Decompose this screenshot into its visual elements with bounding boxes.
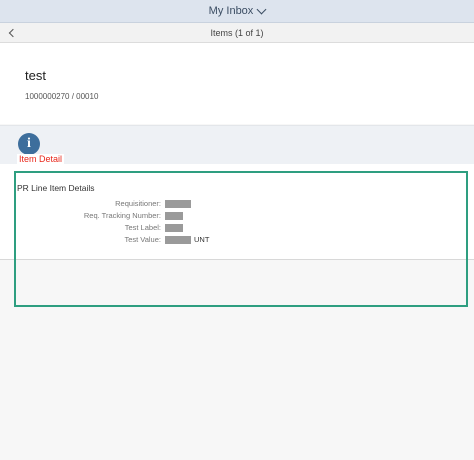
- object-header: test 1000000270 / 00010: [0, 43, 474, 124]
- object-number: 1000000270 / 00010: [25, 92, 99, 101]
- items-count-title: Items (1 of 1): [210, 27, 264, 38]
- info-icon: i: [18, 133, 40, 155]
- back-icon[interactable]: [7, 27, 17, 38]
- app-title: My Inbox: [208, 5, 254, 17]
- tab-bar: i Item Detail: [0, 125, 474, 168]
- chevron-down-icon: [256, 4, 267, 14]
- object-title: test: [25, 68, 46, 83]
- sub-header: Items (1 of 1): [0, 23, 474, 43]
- highlight-box: [14, 171, 468, 307]
- tab-item-detail[interactable]: i Item Detail: [17, 130, 69, 168]
- app-title-menu[interactable]: My Inbox: [208, 4, 267, 17]
- shell-bar: My Inbox: [0, 0, 474, 23]
